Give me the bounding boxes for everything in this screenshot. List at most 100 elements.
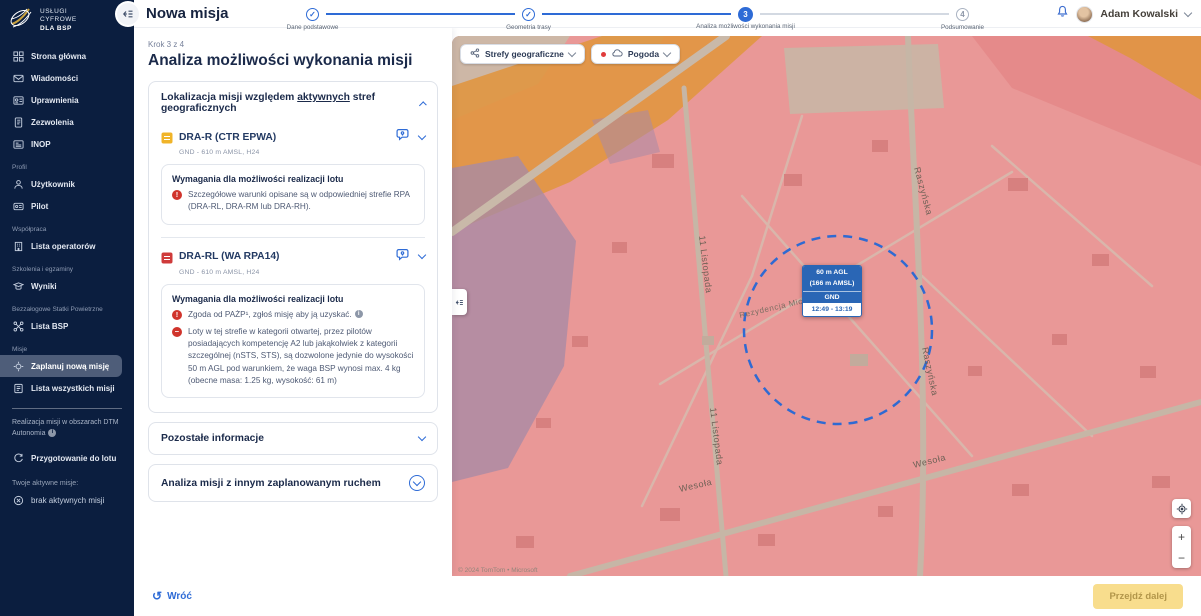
requirements-box: Wymagania dla możliwości realizacji lotu…: [161, 164, 425, 225]
zone-actions: [396, 128, 425, 146]
sidebar-item-label: Lista BSP: [31, 322, 68, 331]
mission-altitude-tooltip: 60 m AGL (166 m AMSL) GND 12:49 - 13:19: [802, 265, 862, 317]
step-marker: ✓: [306, 8, 319, 21]
locate-button[interactable]: [1172, 499, 1191, 518]
requirements-title: Wymagania dla możliwości realizacji lotu: [172, 294, 414, 304]
sidebar-item-wyniki[interactable]: Wyniki: [0, 275, 134, 297]
map-filter-pills: Strefy geograficzne Pogoda: [460, 44, 680, 64]
sidebar-item-wiadomosci[interactable]: Wiadomości: [0, 67, 134, 89]
sidebar-divider: [12, 408, 122, 409]
sidebar-item-lista-operatorow[interactable]: Lista operatorów: [0, 235, 134, 257]
show-zone-on-map-icon[interactable]: [396, 248, 409, 266]
stepper: ✓ Dane podstawowe ✓ Geometria trasy 3 An…: [306, 0, 969, 28]
sidebar-item-lista-wszystkich-misji[interactable]: Lista wszystkich misji: [0, 377, 134, 399]
zones-filter-dropdown[interactable]: Strefy geograficzne: [460, 44, 585, 64]
drone-swoosh-icon: [8, 6, 34, 35]
panel-title: Analiza możliwości wykonania misji: [148, 52, 438, 70]
sidebar-section-bsp: Bezzałogowe Statki Powietrzne: [0, 297, 134, 315]
bell-icon[interactable]: [1056, 5, 1069, 23]
list-document-icon: [12, 382, 24, 394]
sidebar-collapse-button[interactable]: [117, 3, 139, 25]
zone-name: DRA-R (CTR EPWA): [179, 132, 390, 143]
network-icon: [470, 48, 480, 60]
location-accordion-header[interactable]: Lokalizacja misji względem aktywnych str…: [149, 82, 437, 124]
building-icon: [12, 240, 24, 252]
accordion-title: Lokalizacja misji względem aktywnych str…: [161, 92, 420, 114]
sidebar-item-uprawnienia[interactable]: Uprawnienia: [0, 89, 134, 111]
chevron-down-icon[interactable]: [418, 131, 426, 139]
avatar[interactable]: [1076, 6, 1093, 23]
traffic-accordion-header[interactable]: Analiza misji z innym zaplanowanym ruche…: [149, 465, 437, 501]
stepper-connector: [760, 13, 949, 15]
zone-row-dra-rl[interactable]: DRA-RL (WA RPA14): [161, 248, 425, 266]
next-button[interactable]: Przejdź dalej: [1093, 584, 1183, 609]
sidebar-item-zezwolenia[interactable]: Zezwolenia: [0, 111, 134, 133]
panel-collapse-tab[interactable]: [452, 289, 467, 315]
step-podsumowanie[interactable]: 4 Podsumowanie: [956, 8, 969, 21]
no-entry-icon: −: [172, 327, 182, 337]
sidebar-item-label: Wiadomości: [31, 74, 78, 83]
chevron-down-icon[interactable]: [418, 251, 426, 259]
sidebar-item-lista-bsp[interactable]: Lista BSP: [0, 315, 134, 337]
step-analiza-mozliwosci[interactable]: 3 Analiza możliwości wykonania misji: [738, 7, 753, 22]
step-dane-podstawowe[interactable]: ✓ Dane podstawowe: [306, 8, 319, 21]
badge-icon: [12, 94, 24, 106]
weather-filter-dropdown[interactable]: Pogoda: [591, 44, 680, 64]
stepper-connector: [326, 13, 515, 15]
graduation-cap-icon: [12, 280, 24, 292]
sidebar-section-profil: Profil: [0, 155, 134, 173]
sidebar-item-inop[interactable]: INOP: [0, 133, 134, 155]
step-geometria-trasy[interactable]: ✓ Geometria trasy: [522, 8, 535, 21]
sidebar-item-label: Lista wszystkich misji: [31, 384, 115, 393]
divider: [161, 237, 425, 238]
tooltip-floor: GND: [803, 291, 861, 303]
crossed-circle-icon: [12, 495, 24, 507]
sidebar-item-uzytkownik[interactable]: Użytkownik: [0, 173, 134, 195]
sidebar-item-zaplanuj-nowa-misje[interactable]: Zaplanuj nową misję: [0, 355, 122, 377]
sidebar-item-przygotowanie-do-lotu[interactable]: Przygotowanie do lotu: [0, 448, 134, 470]
requirement-item: ! Zgoda od PAŻP¹, zgłoś misję aby ją uzy…: [172, 309, 414, 321]
info-icon[interactable]: i: [355, 310, 363, 318]
step-label: Podsumowanie: [941, 24, 984, 31]
show-zone-on-map-icon[interactable]: [396, 128, 409, 146]
info-icon[interactable]: i: [48, 429, 56, 437]
undo-icon: ↺: [152, 590, 162, 602]
sidebar-item-label: Zaplanuj nową misję: [31, 362, 109, 371]
person-icon: [12, 178, 24, 190]
sidebar-section-wspolpraca: Współpraca: [0, 217, 134, 235]
sidebar-item-pilot[interactable]: Pilot: [0, 195, 134, 217]
accordion-title: Pozostałe informacje: [161, 433, 264, 444]
weather-status-dot: [601, 52, 606, 57]
requirement-text: Szczegółowe warunki opisane są w odpowie…: [188, 189, 414, 214]
sidebar-item-strona-glowna[interactable]: Strona główna: [0, 45, 134, 67]
sidebar: USŁUGI CYFROWE DLA BSP Strona główna Wia…: [0, 0, 134, 616]
zones-filter-label: Strefy geograficzne: [485, 49, 564, 59]
header: Nowa misja ✓ Dane podstawowe ✓ Geometria…: [134, 0, 1201, 28]
sidebar-section-szkolenia: Szkolenia i egzaminy: [0, 257, 134, 275]
back-button[interactable]: ↺ Wróć: [152, 590, 192, 602]
user-menu[interactable]: Adam Kowalski: [1056, 0, 1191, 28]
requirements-title: Wymagania dla możliwości realizacji lotu: [172, 174, 414, 184]
alert-icon: !: [172, 310, 182, 320]
active-missions-value: brak aktywnych misji: [31, 496, 104, 505]
drone-icon: [12, 320, 24, 332]
other-info-accordion-header[interactable]: Pozostałe informacje: [149, 423, 437, 454]
requirement-text: Loty w tej strefie w kategorii otwartej,…: [188, 326, 414, 387]
chevron-down-circle-icon[interactable]: [409, 475, 425, 491]
zone-meta: GND - 610 m AMSL, H24: [179, 269, 425, 276]
accordion-title: Analiza misji z innym zaplanowanym ruche…: [161, 478, 381, 489]
app-root: USŁUGI CYFROWE DLA BSP Strona główna Wia…: [0, 0, 1201, 616]
traffic-accordion: Analiza misji z innym zaplanowanym ruche…: [148, 464, 438, 502]
location-accordion: Lokalizacja misji względem aktywnych str…: [148, 81, 438, 413]
zone-row-dra-r[interactable]: DRA-R (CTR EPWA): [161, 128, 425, 146]
zone-name: DRA-RL (WA RPA14): [179, 251, 390, 262]
zoom-in-button[interactable]: +: [1172, 526, 1191, 547]
requirement-item: ! Szczegółowe warunki opisane są w odpow…: [172, 189, 414, 214]
map-container: Raszyńska Raszyńska 11 Listopada 11 List…: [452, 36, 1201, 576]
crosshair-icon: [12, 360, 24, 372]
zoom-out-button[interactable]: −: [1172, 547, 1191, 568]
zone-meta: GND - 610 m AMSL, H24: [179, 149, 425, 156]
step-label: Geometria trasy: [506, 24, 551, 31]
main-content: Krok 3 z 4 Analiza możliwości wykonania …: [134, 28, 1201, 616]
refresh-icon: [12, 453, 24, 465]
